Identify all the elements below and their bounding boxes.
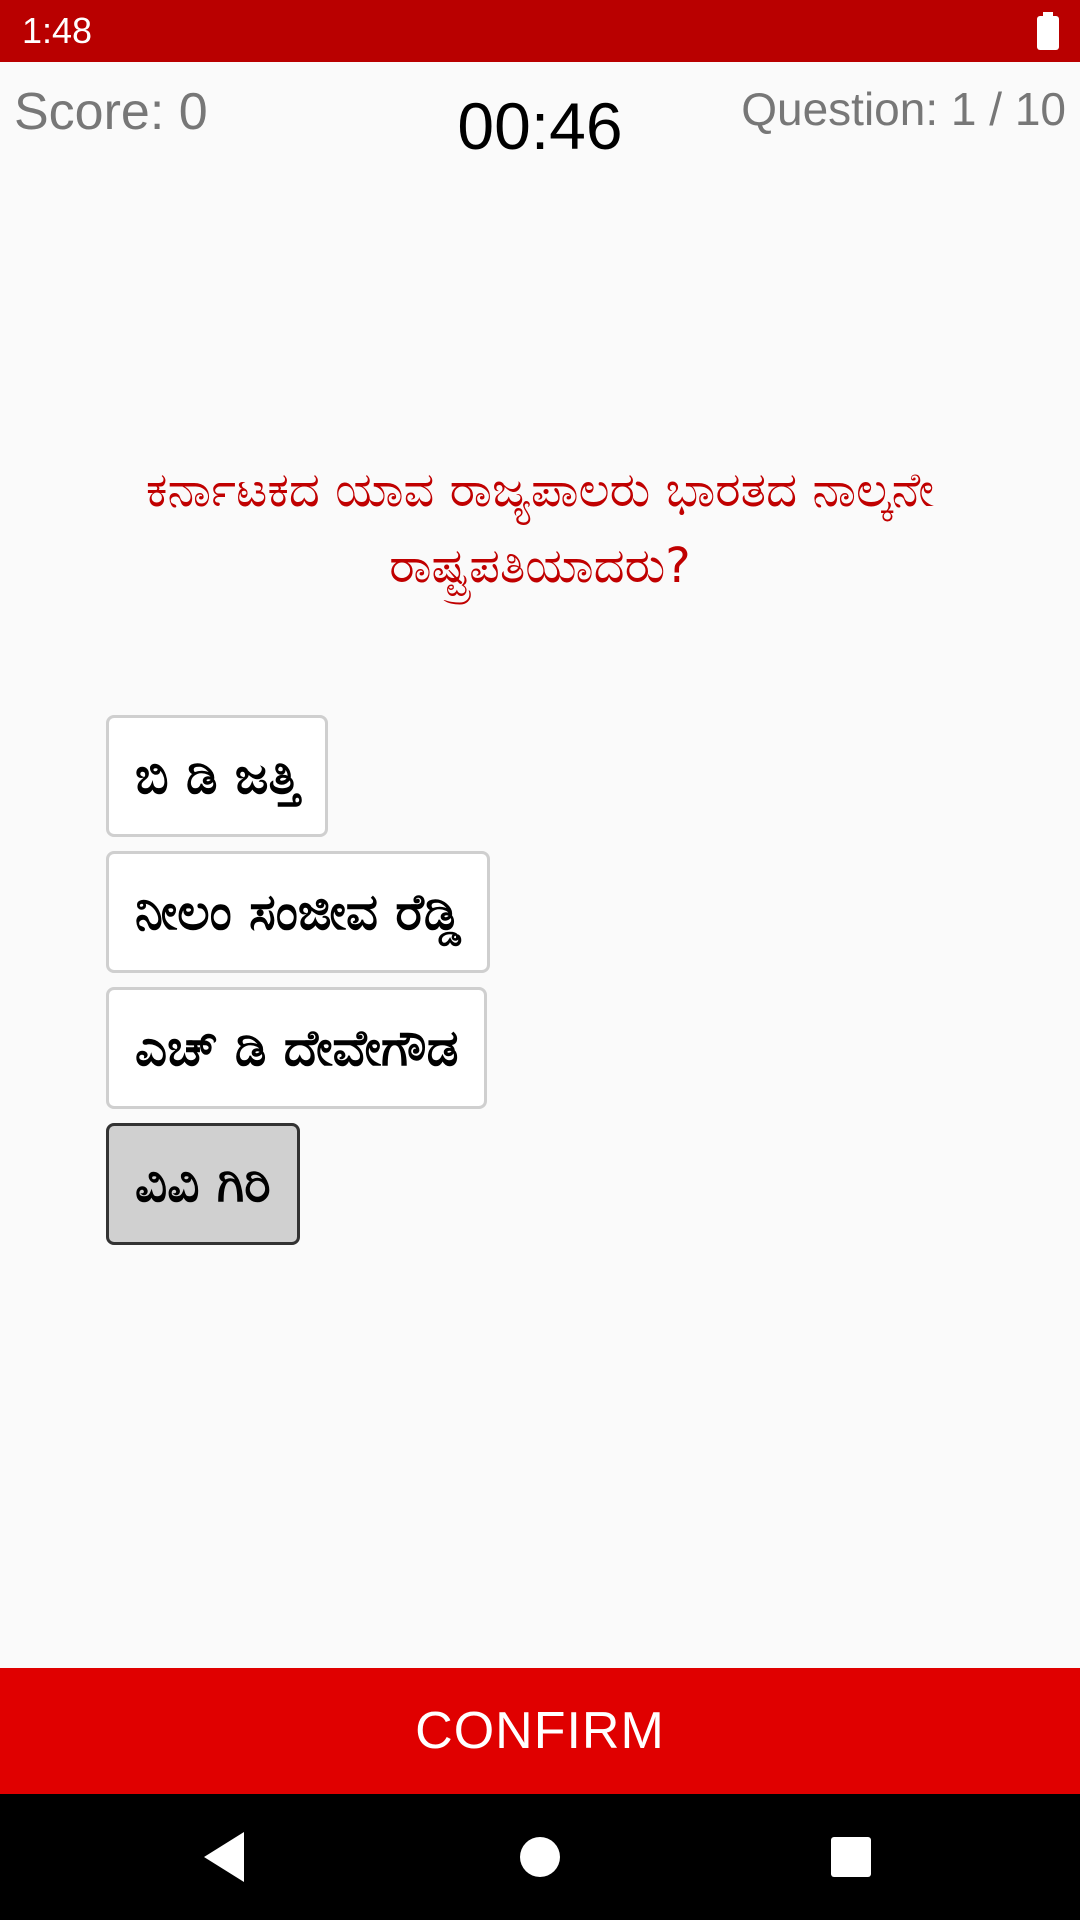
answer-option-3[interactable]: ಎಚ್ ಡಿ ದೇವೇಗೌಡ bbox=[106, 987, 488, 1109]
answer-option-2[interactable]: ನೀಲಂ ಸಂಜೀವ ರೆಡ್ಡಿ bbox=[106, 851, 490, 973]
back-triangle-icon[interactable] bbox=[192, 1824, 258, 1890]
home-circle-icon[interactable] bbox=[507, 1824, 573, 1890]
question-text: ಕರ್ನಾಟಕದ ಯಾವ ರಾಜ್ಯಪಾಲರು ಭಾರತದ ನಾಲ್ಕನೇ ರಾ… bbox=[145, 462, 935, 594]
question-counter: Question: 1 / 10 bbox=[741, 83, 1066, 135]
recent-apps-square-icon[interactable] bbox=[818, 1824, 884, 1890]
battery-full-icon bbox=[1037, 12, 1059, 50]
confirm-button[interactable]: CONFIRM bbox=[0, 1668, 1080, 1794]
answer-options: ಬಿ ಡಿ ಜತ್ತಿ ನೀಲಂ ಸಂಜೀವ ರೆಡ್ಡಿ ಎಚ್ ಡಿ ದೇವ… bbox=[106, 715, 1006, 1259]
navigation-bar bbox=[0, 1794, 1080, 1920]
status-time: 1:48 bbox=[22, 10, 93, 51]
answer-option-1[interactable]: ಬಿ ಡಿ ಜತ್ತಿ bbox=[106, 715, 329, 837]
answer-option-4[interactable]: ವಿವಿ ಗಿರಿ bbox=[106, 1123, 300, 1245]
status-bar: 1:48 bbox=[0, 0, 1080, 62]
